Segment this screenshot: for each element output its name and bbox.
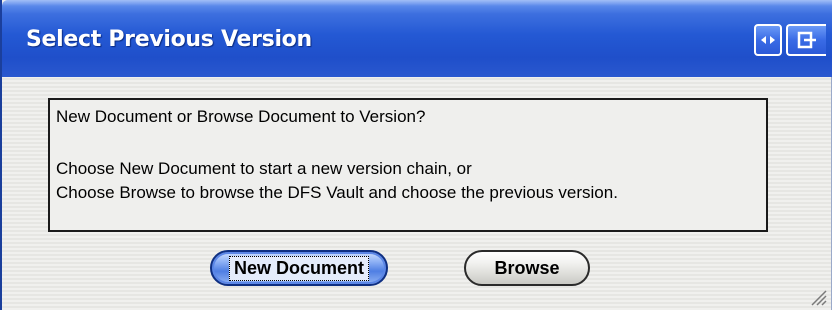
window-title: Select Previous Version xyxy=(26,27,312,52)
new-document-label: New Document xyxy=(228,255,370,281)
resize-grip[interactable] xyxy=(809,288,827,306)
resize-grip-icon xyxy=(811,290,827,306)
message-box: New Document or Browse Document to Versi… xyxy=(48,98,768,232)
resize-arrows-icon xyxy=(760,33,776,47)
instruction-line-1: Choose New Document to start a new versi… xyxy=(56,159,472,178)
exit-door-icon xyxy=(797,31,817,49)
title-bar[interactable]: Select Previous Version xyxy=(2,0,832,77)
title-bar-highlight xyxy=(2,0,832,6)
question-text: New Document or Browse Document to Versi… xyxy=(56,107,426,126)
instruction-line-2: Choose Browse to browse the DFS Vault an… xyxy=(56,183,618,202)
browse-label: Browse xyxy=(494,257,560,278)
restore-button[interactable] xyxy=(754,24,782,56)
exit-button[interactable] xyxy=(786,24,826,56)
new-document-button[interactable]: New Document xyxy=(210,250,388,286)
browse-button[interactable]: Browse xyxy=(464,250,590,286)
dialog-window: Select Previous Version New Document or … xyxy=(0,0,832,310)
